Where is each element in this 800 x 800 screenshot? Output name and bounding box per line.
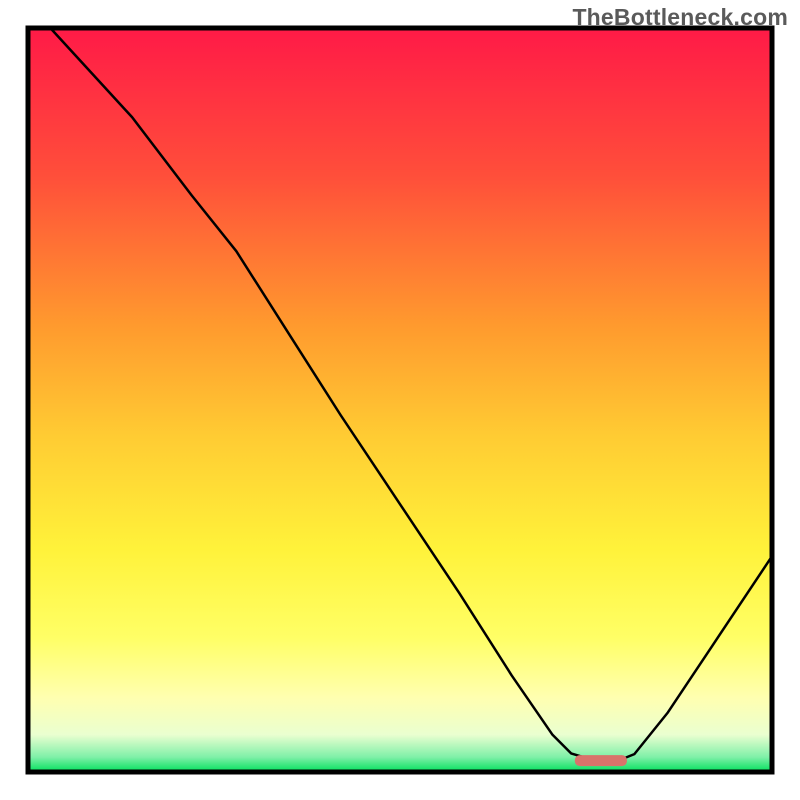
plot-background	[28, 28, 772, 772]
optimal-marker	[575, 755, 627, 766]
chart-container: TheBottleneck.com	[0, 0, 800, 800]
watermark-text: TheBottleneck.com	[572, 4, 788, 31]
bottleneck-chart	[0, 0, 800, 800]
